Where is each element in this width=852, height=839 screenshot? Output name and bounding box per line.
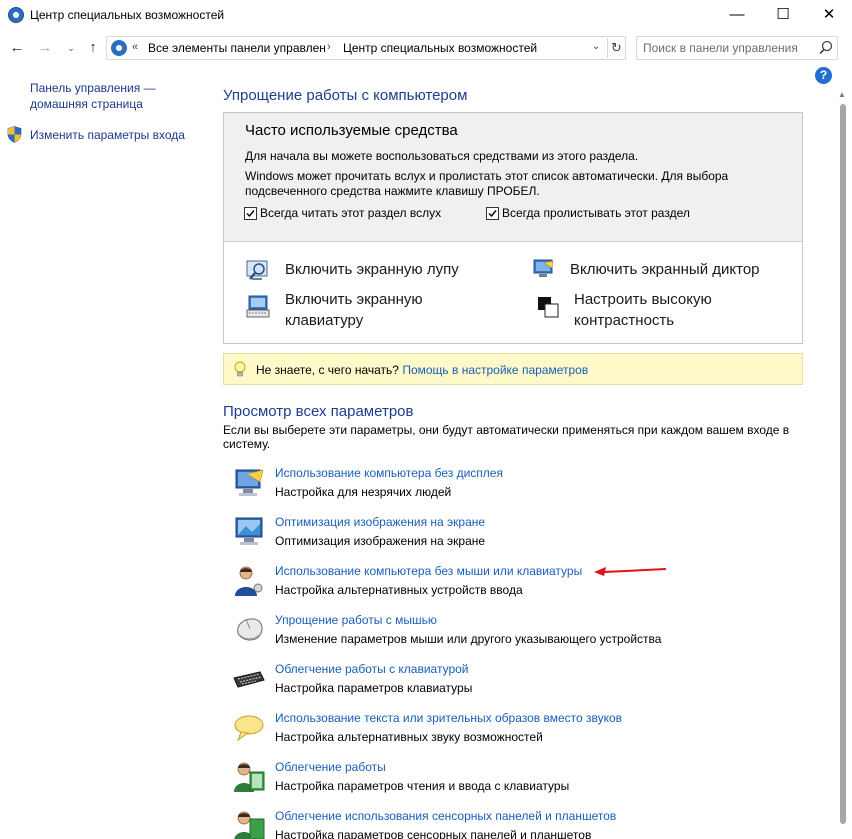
setting-link-text-visuals[interactable]: Использование текста или зрительных обра… — [275, 711, 622, 725]
setting-desc-mouse: Изменение параметров мыши или другого ук… — [275, 632, 662, 646]
always-read-label[interactable]: Всегда читать этот раздел вслух — [260, 206, 441, 220]
monitor-speech-icon — [235, 469, 264, 496]
address-bar[interactable]: « Все элементы панели управлен › Центр с… — [106, 36, 626, 60]
ease-of-access-icon — [8, 7, 24, 23]
set-high-contrast-button[interactable]: Настроить высокую контрастность — [536, 289, 796, 335]
minimize-button[interactable]: — — [714, 0, 760, 30]
setting-desc-keyboard: Настройка параметров клавиатуры — [275, 681, 473, 695]
change-signin-settings-link[interactable]: Изменить параметры входа — [30, 128, 185, 142]
always-scan-checkbox[interactable]: Всегда пролистывать этот раздел — [486, 206, 690, 220]
setting-item: Облегчение работы с клавиатурой Настройк… — [232, 662, 812, 706]
setting-desc-easier-focus: Настройка параметров чтения и ввода с кл… — [275, 779, 570, 793]
magnifier-icon — [246, 260, 268, 280]
address-dropdown-icon[interactable]: ⌄ — [592, 41, 600, 52]
breadcrumb-all-items[interactable]: Все элементы панели управлен — [148, 41, 326, 55]
setting-desc-no-mouse-keyboard: Настройка альтернативных устройств ввода — [275, 583, 523, 597]
left-pane: Панель управления — домашняя страница Из… — [0, 64, 210, 839]
search-box[interactable] — [636, 36, 838, 60]
setting-link-mouse[interactable]: Упрощение работы с мышью — [275, 613, 437, 627]
narrator-icon — [533, 259, 554, 277]
common-tools-intro: Часто используемые средства Для начала в… — [224, 113, 802, 242]
start-magnifier-button[interactable]: Включить экранную лупу — [246, 257, 506, 283]
setting-desc-text-visuals: Настройка альтернативных звуку возможнос… — [275, 730, 543, 744]
setting-item: Упрощение работы с мышью Изменение парам… — [232, 613, 812, 657]
scroll-up-arrow-icon[interactable]: ▲ — [838, 90, 846, 99]
up-button[interactable]: ↑ — [82, 37, 104, 59]
user-tablet-icon — [234, 811, 265, 839]
checkmark-icon — [246, 209, 255, 217]
start-on-screen-keyboard-label[interactable]: Включить экранную клавиатуру — [285, 289, 455, 331]
title-bar: Центр специальных возможностей — ☐ ✕ — [0, 0, 852, 32]
explore-all-settings-description: Если вы выберете эти параметры, они буду… — [223, 423, 790, 451]
common-tools-heading: Часто используемые средства — [245, 122, 458, 139]
always-scan-label[interactable]: Всегда пролистывать этот раздел — [502, 206, 690, 220]
setting-link-optimize-display[interactable]: Оптимизация изображения на экране — [275, 515, 485, 529]
window-title: Центр специальных возможностей — [30, 8, 225, 22]
start-on-screen-keyboard-button[interactable]: Включить экранную клавиатуру — [246, 289, 506, 335]
vertical-scrollbar[interactable]: ▲ — [834, 90, 852, 839]
set-high-contrast-label[interactable]: Настроить высокую контрастность — [574, 289, 774, 331]
back-button[interactable]: ← — [6, 37, 28, 59]
always-scan-checkbox-box[interactable] — [486, 206, 499, 220]
uac-shield-icon — [7, 126, 22, 143]
keyboard-icon — [233, 671, 265, 688]
tip-bar: Не знаете, с чего начать? Помощь в настр… — [223, 353, 803, 385]
breadcrumb-separator[interactable]: › — [327, 41, 331, 53]
user-input-icon — [235, 566, 263, 596]
setting-item: Оптимизация изображения на экране Оптими… — [232, 515, 812, 559]
monitor-display-icon — [235, 517, 263, 545]
annotation-arrow-icon — [594, 567, 667, 576]
recent-locations-button[interactable]: ⌄ — [60, 37, 82, 59]
address-overflow-chevrons[interactable]: « — [132, 41, 138, 53]
explore-all-settings-heading: Просмотр всех параметров — [223, 403, 414, 420]
control-panel-icon — [111, 40, 127, 56]
close-button[interactable]: ✕ — [806, 0, 852, 30]
common-tools-text-1: Для начала вы можете воспользоваться сре… — [245, 149, 639, 163]
maximize-button[interactable]: ☐ — [760, 0, 806, 30]
forward-button[interactable]: → — [34, 37, 56, 59]
setting-item: Использование текста или зрительных обра… — [232, 711, 812, 755]
start-narrator-label[interactable]: Включить экранный диктор — [570, 259, 760, 280]
navigation-bar: ← → ⌄ ↑ « Все элементы панели управлен ›… — [0, 32, 852, 64]
make-computer-easier-heading: Упрощение работы с компьютером — [223, 87, 468, 104]
checkmark-icon — [488, 209, 497, 217]
mouse-icon — [237, 618, 263, 641]
setting-link-no-display[interactable]: Использование компьютера без дисплея — [275, 466, 503, 480]
setting-desc-no-display: Настройка для незрячих людей — [275, 485, 452, 499]
always-read-checkbox-box[interactable] — [244, 206, 257, 220]
setting-item: Облегчение работы Настройка параметров ч… — [232, 760, 812, 804]
speech-bubble-icon — [234, 715, 264, 742]
setting-link-touch-tablets[interactable]: Облегчение использования сенсорных панел… — [275, 809, 616, 823]
search-icon[interactable] — [817, 39, 835, 57]
breadcrumb-ease-of-access-center[interactable]: Центр специальных возможностей — [343, 41, 537, 55]
tip-text: Не знаете, с чего начать? Помощь в настр… — [256, 363, 588, 377]
search-input[interactable] — [643, 40, 813, 56]
setting-item: Облегчение использования сенсорных панел… — [232, 809, 812, 839]
start-narrator-button[interactable]: Включить экранный диктор — [532, 257, 792, 283]
setting-link-easier-focus[interactable]: Облегчение работы — [275, 760, 386, 774]
setup-help-link[interactable]: Помощь в настройке параметров — [402, 363, 588, 377]
setting-item: Использование компьютера без мыши или кл… — [232, 564, 812, 608]
user-book-icon — [234, 762, 265, 792]
tip-question: Не знаете, с чего начать? — [256, 363, 399, 377]
scrollbar-thumb[interactable] — [840, 104, 846, 824]
setting-link-keyboard[interactable]: Облегчение работы с клавиатурой — [275, 662, 469, 676]
always-read-checkbox[interactable]: Всегда читать этот раздел вслух — [244, 206, 441, 220]
lightbulb-icon — [234, 361, 246, 377]
high-contrast-icon — [538, 297, 559, 318]
refresh-button[interactable]: ↻ — [607, 38, 625, 58]
start-magnifier-label[interactable]: Включить экранную лупу — [285, 259, 459, 280]
setting-desc-touch-tablets: Настройка параметров сенсорных панелей и… — [275, 828, 592, 839]
setting-item: Использование компьютера без дисплея Нас… — [232, 466, 812, 510]
setting-desc-optimize-display: Оптимизация изображения на экране — [275, 534, 486, 548]
common-tools-panel: Часто используемые средства Для начала в… — [223, 112, 803, 344]
help-icon[interactable]: ? — [815, 67, 832, 84]
control-panel-home-link[interactable]: Панель управления — домашняя страница — [30, 80, 200, 112]
setting-link-no-mouse-keyboard[interactable]: Использование компьютера без мыши или кл… — [275, 564, 582, 578]
on-screen-keyboard-icon — [246, 295, 270, 318]
common-tools-text-2: Windows может прочитать вслух и пролиста… — [245, 169, 729, 198]
